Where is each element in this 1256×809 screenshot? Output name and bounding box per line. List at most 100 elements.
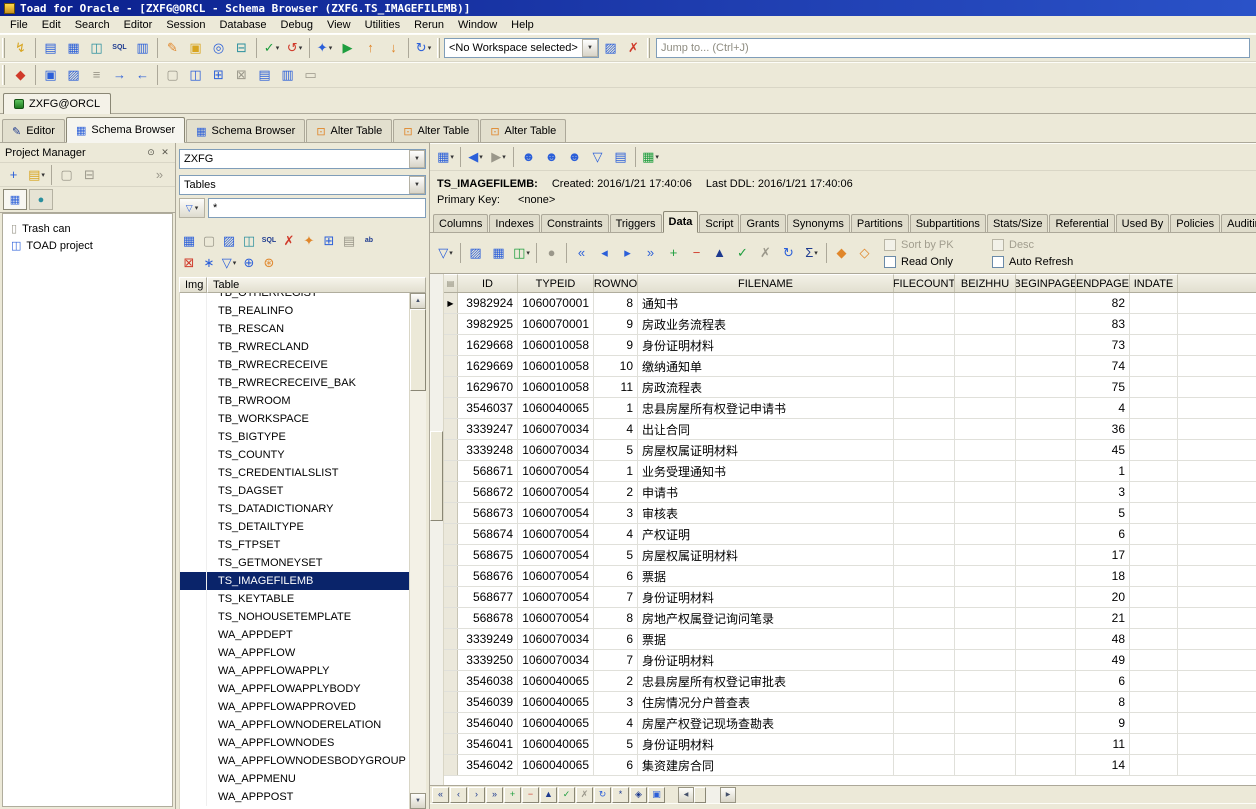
cell-indate[interactable] [1130,566,1178,586]
sort-ab-icon[interactable]: ab [359,231,379,251]
cell-endpage[interactable]: 9 [1076,713,1130,733]
cell-indate[interactable] [1130,482,1178,502]
table-list-item[interactable]: WA_APPFLOWNODERELATION [180,716,409,734]
detail-tab[interactable]: Referential [1049,214,1114,232]
grid-row[interactable]: 3339248 1060070034 5 房屋权属证明材料 45 [444,440,1256,461]
grid-scrollbar[interactable] [430,274,444,785]
cell-endpage[interactable]: 11 [1076,734,1130,754]
cell-endpage[interactable]: 5 [1076,503,1130,523]
cell-endpage[interactable]: 75 [1076,377,1130,397]
team-coding-icon[interactable]: ✦ [313,36,336,60]
cell-typeid[interactable]: 1060070054 [518,566,594,586]
outdent-icon[interactable]: ← [131,63,154,87]
table-list-item[interactable]: TB_RWRECRECEIVE [180,356,409,374]
menu-item[interactable]: File [3,18,35,32]
split-window-icon[interactable]: ◫ [184,63,207,87]
grid-row[interactable]: 568671 1060070054 1 业务受理通知书 1 [444,461,1256,482]
grid-row[interactable]: 568677 1060070054 7 身份证明材料 20 [444,587,1256,608]
cell-beginpage[interactable] [1016,356,1076,376]
object-type-select[interactable]: Tables [179,175,426,195]
view-tables-icon[interactable]: ▦ [179,231,199,251]
detail-tab[interactable]: Grants [740,214,785,232]
cell-typeid[interactable]: 1060040065 [518,398,594,418]
cell-filename[interactable]: 忠县房屋所有权登记审批表 [638,671,894,691]
cell-rowno[interactable]: 6 [594,629,638,649]
new-project-icon[interactable]: ▢ [55,163,78,187]
indent-icon[interactable]: → [108,63,131,87]
cell-id[interactable]: 3546038 [458,671,518,691]
add-favorite-icon[interactable]: ⊞ [319,231,339,251]
cell-filecount[interactable] [894,440,955,460]
grid-row[interactable]: 1629670 1060010058 11 房政流程表 75 [444,377,1256,398]
cell-beginpage[interactable] [1016,587,1076,607]
checkbox-icon[interactable] [884,239,896,251]
grid-row[interactable]: 1629668 1060010058 9 身份证明材料 73 [444,335,1256,356]
detail-tab[interactable]: Partitions [851,214,909,232]
column-header[interactable]: ENDPAGE [1076,274,1130,292]
cell-typeid[interactable]: 1060070054 [518,461,594,481]
table-list-item[interactable]: TS_GETMONEYSET [180,554,409,572]
table-list-item[interactable]: TS_KEYTABLE [180,590,409,608]
cell-filecount[interactable] [894,356,955,376]
data-option[interactable]: Desc [992,237,1073,253]
sql-recall-icon[interactable]: SQL [108,36,131,60]
table-list-item[interactable]: TB_RWRECRECEIVE_BAK [180,374,409,392]
cell-filename[interactable]: 房政流程表 [638,377,894,397]
truncate-table-icon[interactable]: ⊠ [179,253,199,273]
table-list-item[interactable]: TS_COUNTY [180,446,409,464]
cell-beginpage[interactable] [1016,629,1076,649]
hscrollbar-thumb[interactable] [694,787,706,803]
table-list-item[interactable]: TS_CREDENTIALSLIST [180,464,409,482]
cell-typeid[interactable]: 1060010058 [518,335,594,355]
cell-beizhhu[interactable] [955,692,1016,712]
connection-tab[interactable]: ZXFG@ORCL [3,93,111,114]
table-list-item[interactable]: WA_APPFLOWNODESBODYGROUP [180,752,409,770]
cell-id[interactable]: 3546040 [458,713,518,733]
cell-filename[interactable]: 身份证明材料 [638,734,894,754]
nav-cancel-icon[interactable]: ✗ [576,787,593,803]
cell-indate[interactable] [1130,587,1178,607]
filter-data-icon[interactable]: ▽ [434,241,457,265]
first-record-icon[interactable]: « [570,241,593,265]
cell-endpage[interactable]: 8 [1076,692,1130,712]
scroll-right-icon[interactable] [720,787,736,803]
cell-rowno[interactable]: 3 [594,503,638,523]
grid-row[interactable]: 3982925 1060070001 9 房政业务流程表 83 [444,314,1256,335]
cell-id[interactable]: 1629669 [458,356,518,376]
cell-filename[interactable]: 票据 [638,629,894,649]
refresh-stop-icon[interactable]: ● [540,241,563,265]
detail-tab[interactable]: Subpartitions [910,214,986,232]
document-tab[interactable]: ▦ Schema Browser [66,117,185,143]
cell-endpage[interactable]: 45 [1076,440,1130,460]
cell-rowno[interactable]: 10 [594,356,638,376]
print-project-icon[interactable]: ⊟ [78,163,101,187]
jump-to-input[interactable] [656,38,1250,58]
cell-endpage[interactable]: 17 [1076,545,1130,565]
table-list-item[interactable]: TB_OTHERREGIST [180,293,409,302]
cell-indate[interactable] [1130,629,1178,649]
menu-item[interactable]: View [320,18,358,32]
cell-filecount[interactable] [894,608,955,628]
cell-rowno[interactable]: 7 [594,650,638,670]
close-panel-icon[interactable] [158,146,172,160]
cell-beizhhu[interactable] [955,734,1016,754]
cell-beginpage[interactable] [1016,608,1076,628]
cell-typeid[interactable]: 1060070034 [518,440,594,460]
cell-rowno[interactable]: 4 [594,419,638,439]
cell-indate[interactable] [1130,419,1178,439]
grid-row[interactable]: 3339250 1060070034 7 身份证明材料 49 [444,650,1256,671]
cell-beginpage[interactable] [1016,755,1076,775]
menu-item[interactable]: Help [504,18,541,32]
cell-filename[interactable]: 出让合同 [638,419,894,439]
cancel-edit-icon[interactable]: ✗ [754,241,777,265]
cell-filecount[interactable] [894,335,955,355]
cell-endpage[interactable]: 1 [1076,461,1130,481]
dropdown-arrow-icon[interactable] [409,176,425,194]
cell-filecount[interactable] [894,629,955,649]
cell-beizhhu[interactable] [955,629,1016,649]
document-tab[interactable]: ✎ Editor [2,119,65,142]
menu-item[interactable]: Utilities [358,18,407,32]
toolbar-grip[interactable] [2,65,5,85]
cell-filename[interactable]: 通知书 [638,293,894,313]
check-in-icon[interactable]: ↑ [359,36,382,60]
